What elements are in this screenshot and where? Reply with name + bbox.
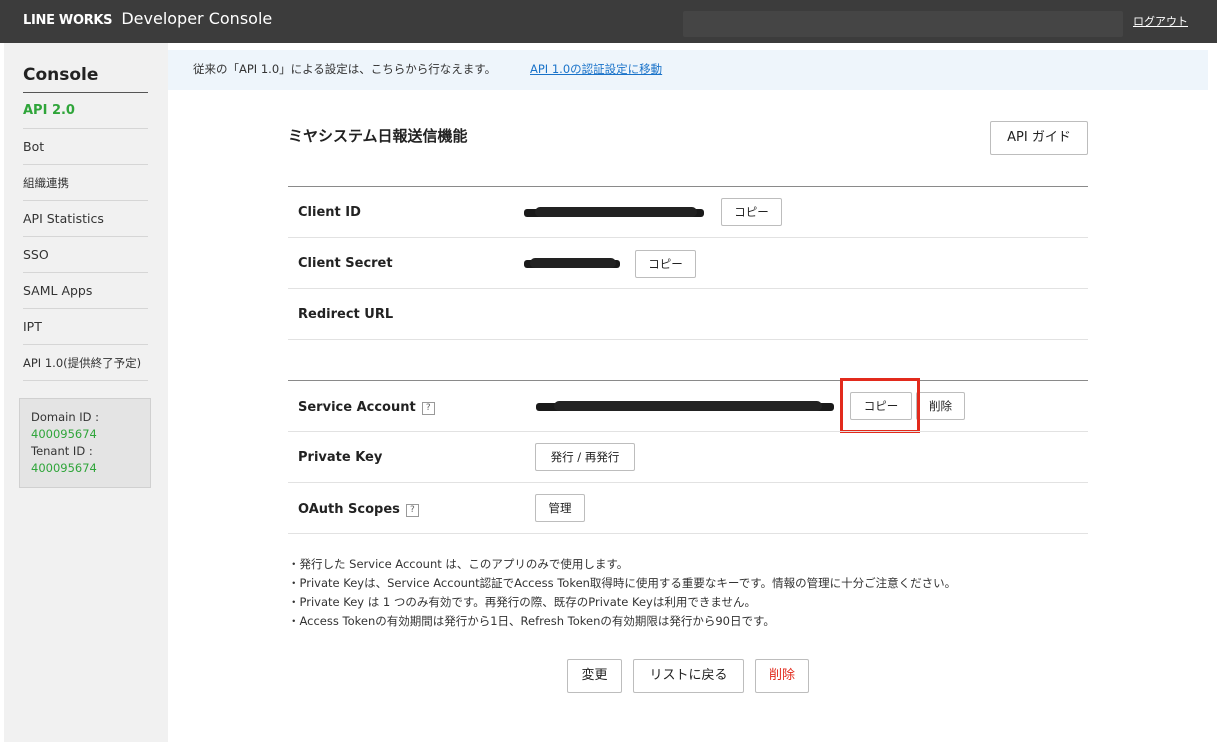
- change-button[interactable]: 変更: [567, 659, 622, 693]
- note-item: ・Private Keyは、Service Account認証でAccess T…: [288, 576, 957, 590]
- sidebar-item-api-statistics[interactable]: API Statistics: [23, 201, 148, 237]
- redirect-url-label: Redirect URL: [298, 307, 394, 322]
- redacted-client-id: [524, 206, 704, 220]
- service-account-label: Service Account?: [298, 400, 435, 415]
- sidebar-nav: API 2.0 Bot 組織連携 API Statistics SSO SAML…: [23, 93, 148, 381]
- row-divider: [288, 339, 1088, 340]
- row-divider: [288, 288, 1088, 289]
- oauth-scopes-label-text: OAuth Scopes: [298, 502, 400, 517]
- sidebar-item-sso[interactable]: SSO: [23, 237, 148, 273]
- api-1-0-notice-banner: 従来の「API 1.0」による設定は、こちらから行なえます。 API 1.0の認…: [168, 50, 1208, 90]
- app-title: ミヤシステム日報送信機能: [288, 127, 468, 145]
- row-divider: [288, 482, 1088, 483]
- sidebar-item-bot[interactable]: Bot: [23, 129, 148, 165]
- sidebar-item-ipt[interactable]: IPT: [23, 309, 148, 345]
- sidebar-item-api-1-0[interactable]: API 1.0(提供終了予定): [23, 345, 148, 381]
- row-divider: [288, 237, 1088, 238]
- copy-client-secret-button[interactable]: コピー: [635, 250, 696, 278]
- brand-name: LINE WORKS: [23, 13, 113, 28]
- redacted-client-secret: [524, 257, 620, 271]
- back-to-list-button[interactable]: リストに戻る: [633, 659, 744, 693]
- tenant-id-value: 400095674: [31, 461, 97, 475]
- note-item: ・発行した Service Account は、このアプリのみで使用します。: [288, 557, 629, 571]
- private-key-label: Private Key: [298, 450, 383, 465]
- top-bar: LINE WORKS Developer Console ログアウト: [0, 0, 1217, 43]
- domain-id-value: 400095674: [31, 427, 97, 441]
- help-icon[interactable]: ?: [421, 402, 435, 415]
- manage-oauth-scopes-button[interactable]: 管理: [535, 494, 585, 522]
- copy-client-id-button[interactable]: コピー: [721, 198, 782, 226]
- help-icon[interactable]: ?: [405, 504, 419, 517]
- note-item: ・Access Tokenの有効期間は発行から1日、Refresh Tokenの…: [288, 614, 775, 628]
- redacted-service-account: [536, 400, 834, 414]
- delete-app-button[interactable]: 削除: [755, 659, 809, 693]
- sidebar-item-saml-apps[interactable]: SAML Apps: [23, 273, 148, 309]
- section-divider: [288, 186, 1088, 187]
- delete-service-account-button[interactable]: 削除: [916, 392, 965, 420]
- highlight-box: [840, 378, 920, 433]
- client-secret-label: Client Secret: [298, 256, 393, 271]
- domain-id-label: Domain ID :: [31, 410, 100, 424]
- brand-logo: LINE WORKS Developer Console: [23, 9, 272, 28]
- section-divider: [288, 380, 1088, 381]
- tenant-id-label: Tenant ID :: [31, 444, 93, 458]
- domain-info-box: Domain ID : 400095674 Tenant ID : 400095…: [19, 398, 151, 488]
- brand-title: Developer Console: [121, 9, 273, 28]
- client-id-label: Client ID: [298, 205, 361, 220]
- issue-private-key-button[interactable]: 発行 / 再発行: [535, 443, 635, 471]
- api-1-0-settings-link[interactable]: API 1.0の認証設定に移動: [530, 61, 662, 77]
- notes-list: ・発行した Service Account は、このアプリのみで使用します。 ・…: [288, 555, 956, 631]
- row-divider: [288, 533, 1088, 534]
- notice-text: 従来の「API 1.0」による設定は、こちらから行なえます。: [193, 62, 497, 76]
- sidebar-item-org-sync[interactable]: 組織連携: [23, 165, 148, 201]
- note-item: ・Private Key は 1 つのみ有効です。再発行の際、既存のPrivat…: [288, 595, 756, 609]
- redacted-account-area: [683, 11, 1123, 37]
- api-guide-button[interactable]: API ガイド: [990, 121, 1088, 155]
- sidebar-item-api-2-0[interactable]: API 2.0: [23, 93, 148, 129]
- service-account-label-text: Service Account: [298, 400, 416, 415]
- sidebar: Console API 2.0 Bot 組織連携 API Statistics …: [4, 43, 168, 742]
- sidebar-title: Console: [23, 65, 99, 85]
- row-divider: [288, 431, 1088, 432]
- logout-link[interactable]: ログアウト: [1133, 13, 1188, 29]
- oauth-scopes-label: OAuth Scopes?: [298, 502, 419, 517]
